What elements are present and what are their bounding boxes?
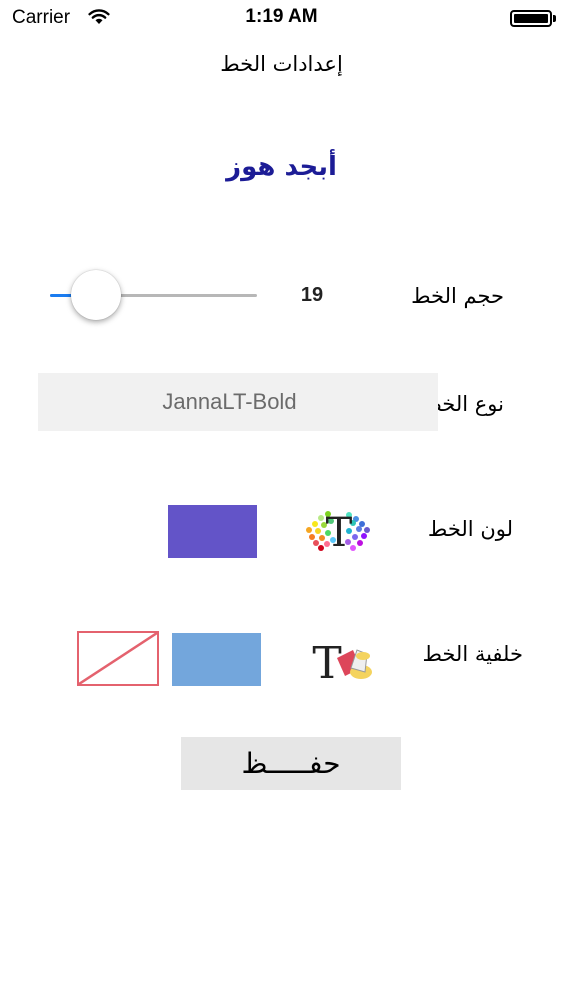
font-size-value: 19 (300, 284, 324, 306)
battery-icon (510, 10, 552, 27)
status-bar: Carrier 1:19 AM (0, 0, 563, 38)
font-color-swatch[interactable] (168, 505, 257, 558)
clock: 1:19 AM (245, 6, 318, 27)
font-color-label: لون الخط (427, 517, 513, 541)
no-background-option[interactable] (77, 631, 159, 686)
svg-text:T: T (312, 638, 341, 689)
diagonal-slash-icon (79, 633, 157, 684)
font-background-label: خلفية الخط (422, 642, 523, 666)
text-background-paint-icon: T (312, 638, 372, 689)
font-background-color-swatch[interactable] (172, 633, 261, 686)
battery-tip (553, 15, 556, 22)
font-size-label: حجم الخط (411, 284, 504, 308)
save-button[interactable]: حفـــــظ (181, 737, 401, 790)
text-color-palette-icon: T (306, 510, 370, 556)
svg-text:T: T (326, 510, 353, 556)
font-preview-text: أبجد هوز (226, 152, 337, 182)
font-size-slider-thumb[interactable] (70, 270, 121, 320)
font-type-value: JannaLT-Bold (162, 389, 297, 414)
page-title: إعدادات الخط (220, 52, 343, 76)
